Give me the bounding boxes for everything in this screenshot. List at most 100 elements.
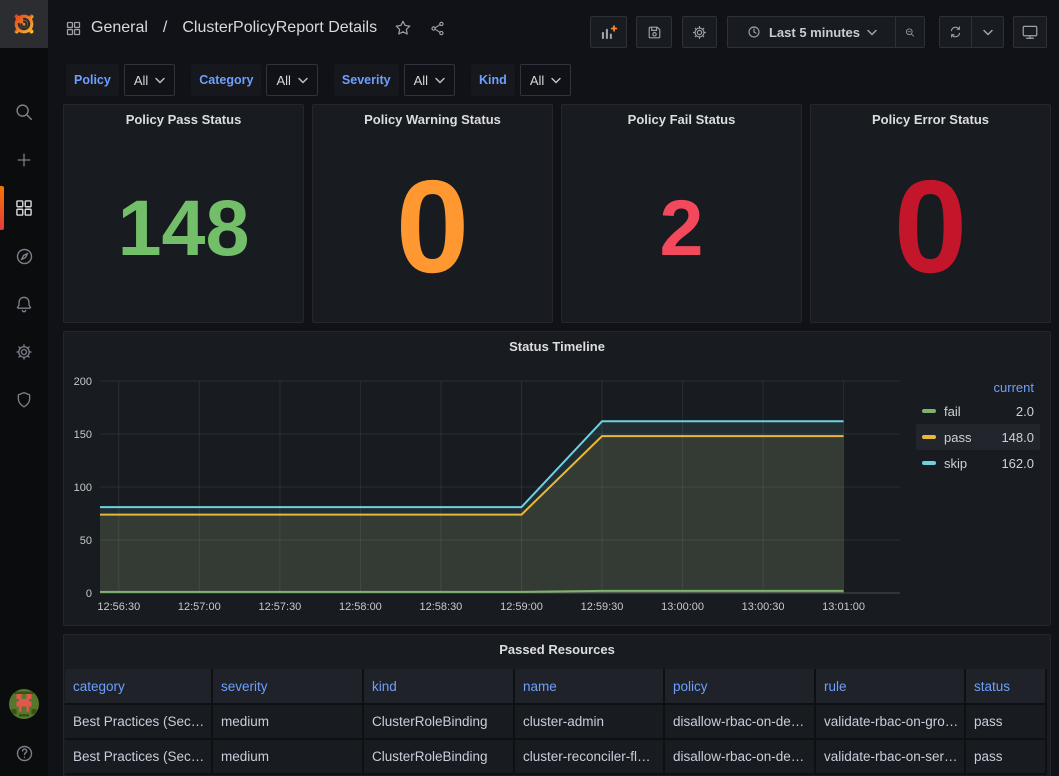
svg-text:12:57:00: 12:57:00: [178, 601, 221, 613]
refresh-interval-dropdown[interactable]: [971, 17, 1003, 47]
dashboard-settings-button[interactable]: [682, 16, 717, 48]
column-header-rule[interactable]: rule: [816, 669, 966, 703]
avatar: [9, 689, 39, 719]
sidebar-item-configuration[interactable]: [0, 328, 48, 376]
series-label[interactable]: skip: [944, 456, 967, 471]
series-swatch: [922, 409, 936, 413]
zoom-out-time-button[interactable]: [895, 17, 924, 47]
sidebar-item-dashboards[interactable]: [0, 184, 48, 232]
refresh-button[interactable]: [940, 17, 971, 47]
share-icon: [429, 20, 446, 37]
breadcrumb-separator: /: [163, 19, 167, 37]
panel-title[interactable]: Policy Error Status: [811, 112, 1050, 127]
tv-mode-button[interactable]: [1013, 16, 1047, 48]
filter-kind-label[interactable]: Kind: [471, 64, 515, 96]
cell-kind: ClusterRoleBinding: [364, 738, 515, 773]
gear-icon: [14, 342, 34, 362]
filter-value-text: All: [276, 73, 290, 88]
cell-status: pass: [966, 703, 1047, 738]
bar-chart-plus-icon: [599, 23, 618, 42]
timeline-chart[interactable]: 05010015020012:56:3012:57:0012:57:3012:5…: [64, 332, 1050, 625]
panel-title[interactable]: Passed Resources: [64, 642, 1050, 657]
legend-row-pass: pass 148.0: [916, 424, 1040, 450]
column-header-policy[interactable]: policy: [665, 669, 816, 703]
filter-category-label[interactable]: Category: [191, 64, 261, 96]
table-row: Best Practices (Sec… medium ClusterRoleB…: [65, 703, 1047, 738]
filter-value-text: All: [530, 73, 544, 88]
save-dashboard-button[interactable]: [636, 16, 672, 48]
cell-name: cluster-reconciler-fl…: [515, 738, 665, 773]
column-header-severity[interactable]: severity: [213, 669, 364, 703]
panel-policy-error-status: Policy Error Status 0: [810, 104, 1051, 323]
sidebar-item-alerting[interactable]: [0, 280, 48, 328]
chevron-down-icon: [155, 77, 165, 84]
time-range-picker[interactable]: Last 5 minutes: [728, 17, 895, 47]
column-header-kind[interactable]: kind: [364, 669, 515, 703]
cell-category: Best Practices (Sec…: [65, 703, 213, 738]
chart-legend: current fail 2.0 pass 148.0 skip 162.0: [916, 376, 1040, 476]
time-picker-group: Last 5 minutes: [727, 16, 925, 48]
chevron-down-icon: [867, 29, 877, 36]
breadcrumb: General / ClusterPolicyReport Details: [65, 0, 446, 56]
grafana-flame-icon: [10, 10, 38, 38]
sidebar: [0, 0, 48, 776]
series-current-value: 2.0: [1016, 404, 1034, 419]
series-label[interactable]: fail: [944, 404, 961, 419]
question-circle-icon: [14, 743, 35, 764]
shield-icon: [14, 390, 34, 410]
panel-status-timeline: Status Timeline 05010015020012:56:3012:5…: [63, 331, 1051, 626]
apps-grid-icon: [65, 20, 82, 37]
magnifier-icon: [13, 101, 35, 123]
svg-text:12:59:30: 12:59:30: [581, 601, 624, 613]
cell-severity: medium: [213, 703, 364, 738]
svg-text:50: 50: [80, 535, 92, 547]
gear-icon: [691, 24, 708, 41]
star-button[interactable]: [394, 19, 412, 37]
column-header-name[interactable]: name: [515, 669, 665, 703]
clock-icon: [746, 24, 762, 40]
panel-title[interactable]: Policy Fail Status: [562, 112, 801, 127]
filter-policy-value[interactable]: All: [124, 64, 175, 96]
add-panel-button[interactable]: [590, 16, 627, 48]
sidebar-item-create[interactable]: [0, 136, 48, 184]
sidebar-item-server-admin[interactable]: [0, 376, 48, 424]
filter-severity-label[interactable]: Severity: [334, 64, 399, 96]
panel-passed-resources: Passed Resources category severity kind …: [63, 634, 1051, 776]
sidebar-item-help[interactable]: [0, 729, 48, 776]
series-current-value: 162.0: [1001, 456, 1034, 471]
apps-grid-icon: [14, 198, 34, 218]
series-label[interactable]: pass: [944, 430, 971, 445]
stat-value-pass: 148: [64, 133, 303, 322]
sidebar-item-user-profile[interactable]: [0, 680, 48, 728]
filter-policy-label[interactable]: Policy: [66, 64, 119, 96]
svg-text:13:00:30: 13:00:30: [742, 601, 785, 613]
column-header-status[interactable]: status: [966, 669, 1047, 703]
chevron-down-icon: [551, 77, 561, 84]
magnifier-minus-icon: [904, 24, 916, 41]
filter-category-value[interactable]: All: [266, 64, 317, 96]
filter-severity-value[interactable]: All: [404, 64, 455, 96]
series-current-value: 148.0: [1001, 430, 1034, 445]
filter-kind-value[interactable]: All: [520, 64, 571, 96]
svg-text:12:58:30: 12:58:30: [419, 601, 462, 613]
cell-category: Best Practices (Sec…: [65, 738, 213, 773]
breadcrumb-folder[interactable]: General: [91, 19, 148, 37]
panel-title[interactable]: Policy Pass Status: [64, 112, 303, 127]
table-row: Best Practices (Sec… medium ClusterRoleB…: [65, 738, 1047, 773]
series-swatch: [922, 435, 936, 439]
panel-policy-pass-status: Policy Pass Status 148: [63, 104, 304, 323]
sidebar-item-explore[interactable]: [0, 232, 48, 280]
panel-title[interactable]: Policy Warning Status: [313, 112, 552, 127]
grafana-logo[interactable]: [0, 0, 48, 48]
svg-text:12:58:00: 12:58:00: [339, 601, 382, 613]
stat-value-error: 0: [811, 133, 1050, 322]
bell-icon: [14, 294, 34, 314]
column-header-category[interactable]: category: [65, 669, 213, 703]
share-button[interactable]: [429, 20, 446, 37]
filter-policy: Policy All: [66, 64, 175, 96]
cell-kind: ClusterRoleBinding: [364, 703, 515, 738]
legend-column-current[interactable]: current: [916, 376, 1040, 398]
breadcrumb-dashboard-title[interactable]: ClusterPolicyReport Details: [182, 19, 377, 37]
sidebar-item-search[interactable]: [0, 88, 48, 136]
time-range-label: Last 5 minutes: [769, 25, 860, 40]
